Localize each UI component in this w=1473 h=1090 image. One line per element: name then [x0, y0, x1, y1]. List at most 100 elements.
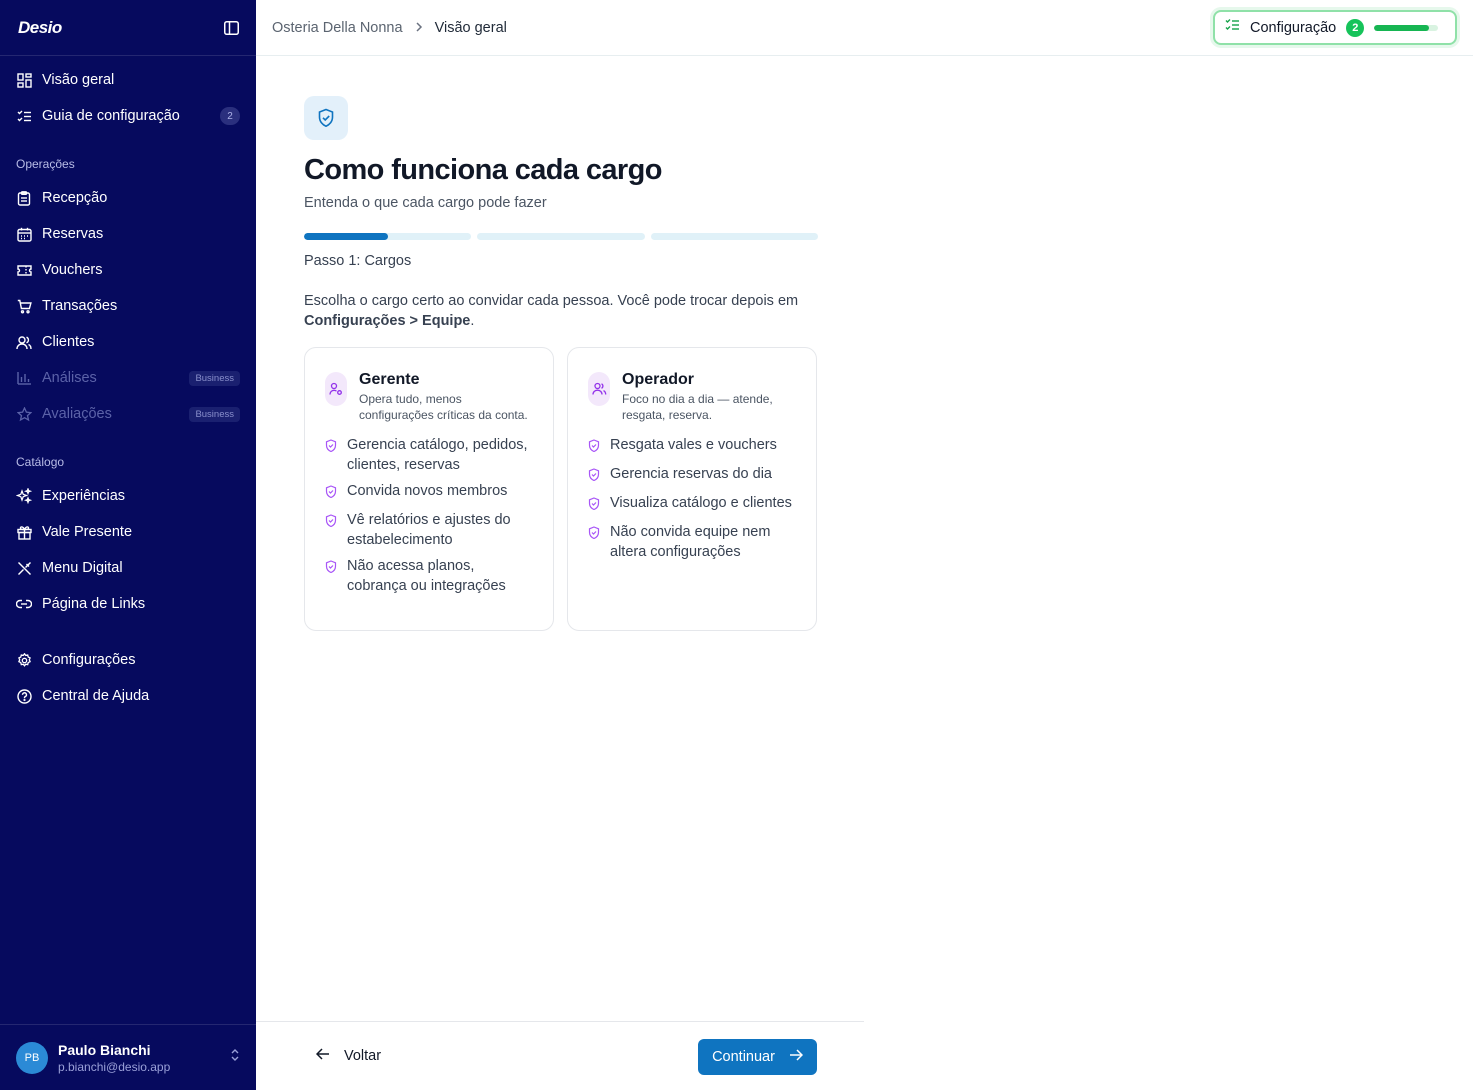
main-content: Como funciona cada cargo Entenda o que c… — [304, 96, 818, 631]
sidebar-item-label: Experiências — [42, 488, 126, 504]
shield-icon — [588, 493, 600, 516]
role-cards: Gerente Opera tudo, menos configurações … — [304, 347, 818, 631]
sidebar-item-guia-configuracao[interactable]: Guia de configuração 2 — [0, 98, 256, 134]
user-email: p.bianchi@desio.app — [58, 1059, 171, 1074]
shield-icon — [325, 435, 337, 475]
sidebar-item-label: Recepção — [42, 190, 108, 206]
shield-icon — [588, 435, 600, 458]
feature-item: Convida novos membros — [325, 481, 535, 504]
calendar-icon — [16, 226, 32, 242]
breadcrumb-item-restaurant[interactable]: Osteria Della Nonna — [272, 20, 403, 36]
setup-count-badge: 2 — [1346, 18, 1365, 37]
sidebar-item-configuracoes[interactable]: Configurações — [0, 642, 256, 678]
role-card-operador: Operador Foco no dia a dia — atende, res… — [567, 347, 817, 631]
sidebar-item-label: Menu Digital — [42, 560, 123, 576]
sidebar-item-label: Transações — [42, 298, 118, 314]
breadcrumb: Osteria Della Nonna Visão geral — [272, 20, 507, 36]
setup-progress-button[interactable]: Configuração 2 — [1213, 10, 1457, 45]
chevron-up-down-icon — [230, 1048, 240, 1067]
feature-item: Resgata vales e vouchers — [588, 435, 798, 458]
shield-icon — [588, 522, 600, 562]
sidebar-item-label: Visão geral — [42, 72, 115, 88]
sidebar-item-clientes[interactable]: Clientes — [0, 324, 256, 360]
sidebar-item-vouchers[interactable]: Vouchers — [0, 252, 256, 288]
feature-item: Vê relatórios e ajustes do estabelecimen… — [325, 510, 535, 550]
feature-list: Resgata vales e vouchers Gerencia reserv… — [588, 435, 798, 562]
bar-chart-icon — [16, 370, 32, 386]
users-icon — [16, 334, 32, 350]
role-title: Operador — [622, 371, 695, 388]
sidebar-item-central-ajuda[interactable]: Central de Ajuda — [0, 678, 256, 714]
sidebar-item-label: Guia de configuração — [42, 108, 180, 124]
step-segment — [304, 233, 472, 240]
sidebar-item-label: Central de Ajuda — [42, 688, 150, 704]
back-label: Voltar — [344, 1048, 382, 1064]
step-progress — [304, 233, 818, 240]
setup-progress-fill — [1374, 24, 1429, 31]
sidebar-item-experiencias[interactable]: Experiências — [0, 478, 256, 514]
user-name: Paulo Bianchi — [58, 1041, 151, 1058]
arrow-left-icon — [315, 1048, 330, 1064]
users-icon — [588, 372, 610, 406]
sidebar-item-visao-geral[interactable]: Visão geral — [0, 62, 256, 98]
sidebar-item-transacoes[interactable]: Transações — [0, 288, 256, 324]
step-label: Passo 1: Cargos — [304, 253, 412, 269]
shield-icon — [588, 464, 600, 487]
feature-list: Gerencia catálogo, pedidos, clientes, re… — [325, 435, 535, 596]
sidebar-item-reservas[interactable]: Reservas — [0, 216, 256, 252]
shield-icon — [325, 510, 337, 550]
count-badge: 2 — [220, 107, 240, 125]
sidebar-item-menu-digital[interactable]: Menu Digital — [0, 550, 256, 586]
help-circle-icon — [16, 688, 32, 704]
breadcrumb-item-current: Visão geral — [434, 19, 507, 36]
page-title: Como funciona cada cargo — [304, 154, 662, 186]
sidebar-item-label: Vouchers — [42, 262, 103, 278]
sidebar-item-label: Clientes — [42, 334, 95, 350]
intro-text: Escolha o cargo certo ao convidar cada p… — [304, 293, 799, 329]
cart-icon — [16, 298, 32, 314]
top-bar: Osteria Della Nonna Visão geral Configur… — [256, 0, 1473, 56]
logo[interactable]: Desio — [18, 18, 62, 38]
feature-item: Visualiza catálogo e clientes — [588, 493, 798, 516]
sidebar-nav: Visão geral Guia de configuração 2 Opera… — [0, 56, 256, 714]
sidebar-header: Desio — [0, 0, 256, 56]
user-cog-icon — [325, 372, 347, 406]
section-title-operacoes: Operações — [16, 157, 75, 171]
gear-icon — [16, 652, 32, 668]
checklist-icon — [1225, 18, 1240, 37]
settings-path: Configurações > Equipe — [304, 313, 471, 329]
page-subtitle: Entenda o que cada cargo pode fazer — [304, 195, 547, 211]
sparkles-icon — [16, 488, 32, 504]
step-segment — [650, 233, 818, 240]
feature-item: Gerencia reservas do dia — [588, 464, 798, 487]
feature-item: Gerencia catálogo, pedidos, clientes, re… — [325, 435, 535, 475]
shield-icon — [325, 556, 337, 596]
checklist-icon — [16, 108, 32, 124]
role-card-gerente: Gerente Opera tudo, menos configurações … — [304, 347, 554, 631]
sidebar-toggle-icon[interactable] — [222, 19, 240, 37]
sidebar-item-analises[interactable]: Análises Business — [0, 360, 256, 396]
business-badge: Business — [189, 370, 240, 386]
role-description: Foco no dia a dia — atende, resgata, res… — [622, 392, 773, 422]
sidebar-item-label: Configurações — [42, 652, 136, 668]
setup-progress-bar — [1374, 24, 1439, 31]
sidebar-item-avaliacoes[interactable]: Avaliações Business — [0, 396, 256, 432]
shield-check-icon — [304, 96, 348, 140]
feature-item: Não convida equipe nem altera configuraç… — [588, 522, 798, 562]
continue-label: Continuar — [712, 1049, 775, 1065]
setup-label: Configuração — [1250, 19, 1337, 36]
sidebar-item-label: Reservas — [42, 226, 104, 242]
dashboard-icon — [16, 72, 32, 88]
sidebar-item-vale-presente[interactable]: Vale Presente — [0, 514, 256, 550]
chevron-right-icon — [415, 20, 423, 36]
back-button[interactable]: Voltar — [315, 1048, 382, 1064]
sidebar-item-pagina-links[interactable]: Página de Links — [0, 586, 256, 622]
sidebar-item-recepcao[interactable]: Recepção — [0, 180, 256, 216]
wizard-footer: Voltar Continuar — [256, 1021, 864, 1090]
shield-icon — [325, 481, 337, 504]
user-menu[interactable]: PB Paulo Bianchi p.bianchi@desio.app — [0, 1024, 256, 1090]
continue-button[interactable]: Continuar — [698, 1039, 817, 1075]
sidebar-item-label: Vale Presente — [42, 524, 133, 540]
user-info: Paulo Bianchi p.bianchi@desio.app — [58, 1042, 220, 1074]
section-title-catalogo: Catálogo — [16, 455, 65, 469]
